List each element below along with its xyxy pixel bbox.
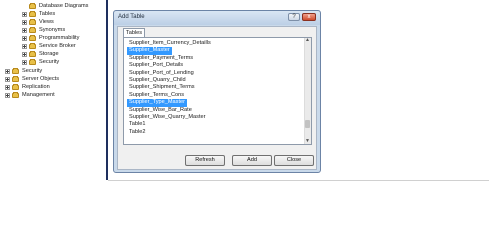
folder-icon <box>29 3 36 9</box>
tables-listbox[interactable]: Supplier_Item_Currency_Detaills Supplier… <box>123 37 312 145</box>
folder-icon <box>12 92 19 98</box>
list-item[interactable]: Supplier_Quarry_Child <box>127 77 188 84</box>
expand-icon[interactable] <box>5 93 10 98</box>
refresh-button[interactable]: Refresh <box>185 155 225 166</box>
expand-icon[interactable] <box>22 52 27 57</box>
dialog-title: Add Table <box>118 14 145 20</box>
list-item[interactable]: Supplier_Wise_Bar_Rate <box>127 107 194 114</box>
tree-node-label: Database Diagrams <box>39 3 89 9</box>
close-button[interactable]: Close <box>274 155 314 166</box>
tree-node-label: Programmability <box>39 35 80 41</box>
expand-icon[interactable] <box>5 85 10 90</box>
add-button[interactable]: Add <box>232 155 272 166</box>
expand-icon[interactable] <box>5 77 10 82</box>
help-icon: ? <box>292 14 296 20</box>
tree-node-server-objects[interactable]: Server Objects <box>5 76 59 83</box>
tree-node-label: Security <box>39 59 60 65</box>
divider <box>108 180 489 181</box>
close-window-button[interactable]: x <box>302 13 316 21</box>
folder-icon <box>12 84 19 90</box>
tree-node-label: Synonyms <box>39 27 66 33</box>
panel-splitter[interactable] <box>106 0 108 180</box>
expand-icon[interactable] <box>22 36 27 41</box>
add-table-dialog: Add Table ? x Tables Supplier_Item_Curre… <box>113 10 321 173</box>
tree-node-label: Server Objects <box>22 76 59 82</box>
tree-node-label: Management <box>22 92 55 98</box>
tree-node-label: Service Broker <box>39 43 76 49</box>
list-item[interactable]: Supplier_Shipment_Terms <box>127 84 197 91</box>
tree-node-label: Storage <box>39 51 59 57</box>
tree-node-security[interactable]: Security <box>5 68 42 75</box>
folder-icon <box>29 59 36 65</box>
scroll-thumb[interactable] <box>305 120 310 128</box>
folder-icon <box>12 76 19 82</box>
tree-node-label: Replication <box>22 84 50 90</box>
list-item[interactable]: Supplier_Port_of_Lending <box>127 70 196 77</box>
tree-node-label: Security <box>22 68 43 74</box>
expand-icon[interactable] <box>22 12 27 17</box>
tree-node-storage[interactable]: Storage <box>22 51 59 58</box>
list-item[interactable]: Supplier_Terms_Cons <box>127 92 186 99</box>
list-item[interactable]: Supplier_Port_Details <box>127 62 185 69</box>
tree-node-db-security[interactable]: Security <box>22 59 59 66</box>
tab-tables[interactable]: Tables <box>123 28 145 37</box>
vertical-scrollbar[interactable]: ▲ ▼ <box>304 38 311 144</box>
list-item-selected[interactable]: Supplier_Master <box>127 47 172 55</box>
tree-node-replication[interactable]: Replication <box>5 84 50 91</box>
list-item[interactable]: Supplier_Wise_Quarry_Master <box>127 114 207 121</box>
folder-icon <box>29 43 36 49</box>
folder-icon <box>29 35 36 41</box>
list-item[interactable]: Table1 <box>127 121 147 128</box>
dialog-titlebar[interactable]: Add Table ? x <box>114 11 320 25</box>
tree-node-views[interactable]: Views <box>22 19 54 26</box>
help-button[interactable]: ? <box>288 13 300 21</box>
list-item-selected[interactable]: Supplier_Type_Master <box>127 99 187 107</box>
tree-node-label: Views <box>39 19 54 25</box>
tree-node-label: Tables <box>39 11 56 17</box>
list-item[interactable]: Table2 <box>127 129 147 136</box>
folder-icon <box>29 11 36 17</box>
expand-icon[interactable] <box>5 69 10 74</box>
list-item[interactable]: Supplier_Payment_Terms <box>127 55 195 62</box>
folder-icon <box>29 19 36 25</box>
expand-icon[interactable] <box>22 60 27 65</box>
tree-node-synonyms[interactable]: Synonyms <box>22 27 65 34</box>
tree-node-management[interactable]: Management <box>5 92 55 99</box>
folder-icon <box>29 51 36 57</box>
scroll-up-icon[interactable]: ▲ <box>305 38 310 43</box>
dialog-body: Tables Supplier_Item_Currency_Detaills S… <box>117 26 317 170</box>
folder-icon <box>29 27 36 33</box>
folder-icon <box>12 68 19 74</box>
close-icon: x <box>307 14 311 20</box>
object-explorer-tree: Database Diagrams Tables Views Synonyms … <box>0 0 104 200</box>
list-item[interactable]: Supplier_Item_Currency_Detaills <box>127 40 213 47</box>
expand-icon[interactable] <box>22 44 27 49</box>
expand-icon[interactable] <box>22 20 27 25</box>
tree-node-database-diagrams[interactable]: Database Diagrams <box>22 3 88 10</box>
tree-node-programmability[interactable]: Programmability <box>22 35 79 42</box>
scroll-down-icon[interactable]: ▼ <box>305 139 310 144</box>
tree-node-service-broker[interactable]: Service Broker <box>22 43 76 50</box>
tree-node-tables[interactable]: Tables <box>22 11 55 18</box>
expand-icon[interactable] <box>22 28 27 33</box>
